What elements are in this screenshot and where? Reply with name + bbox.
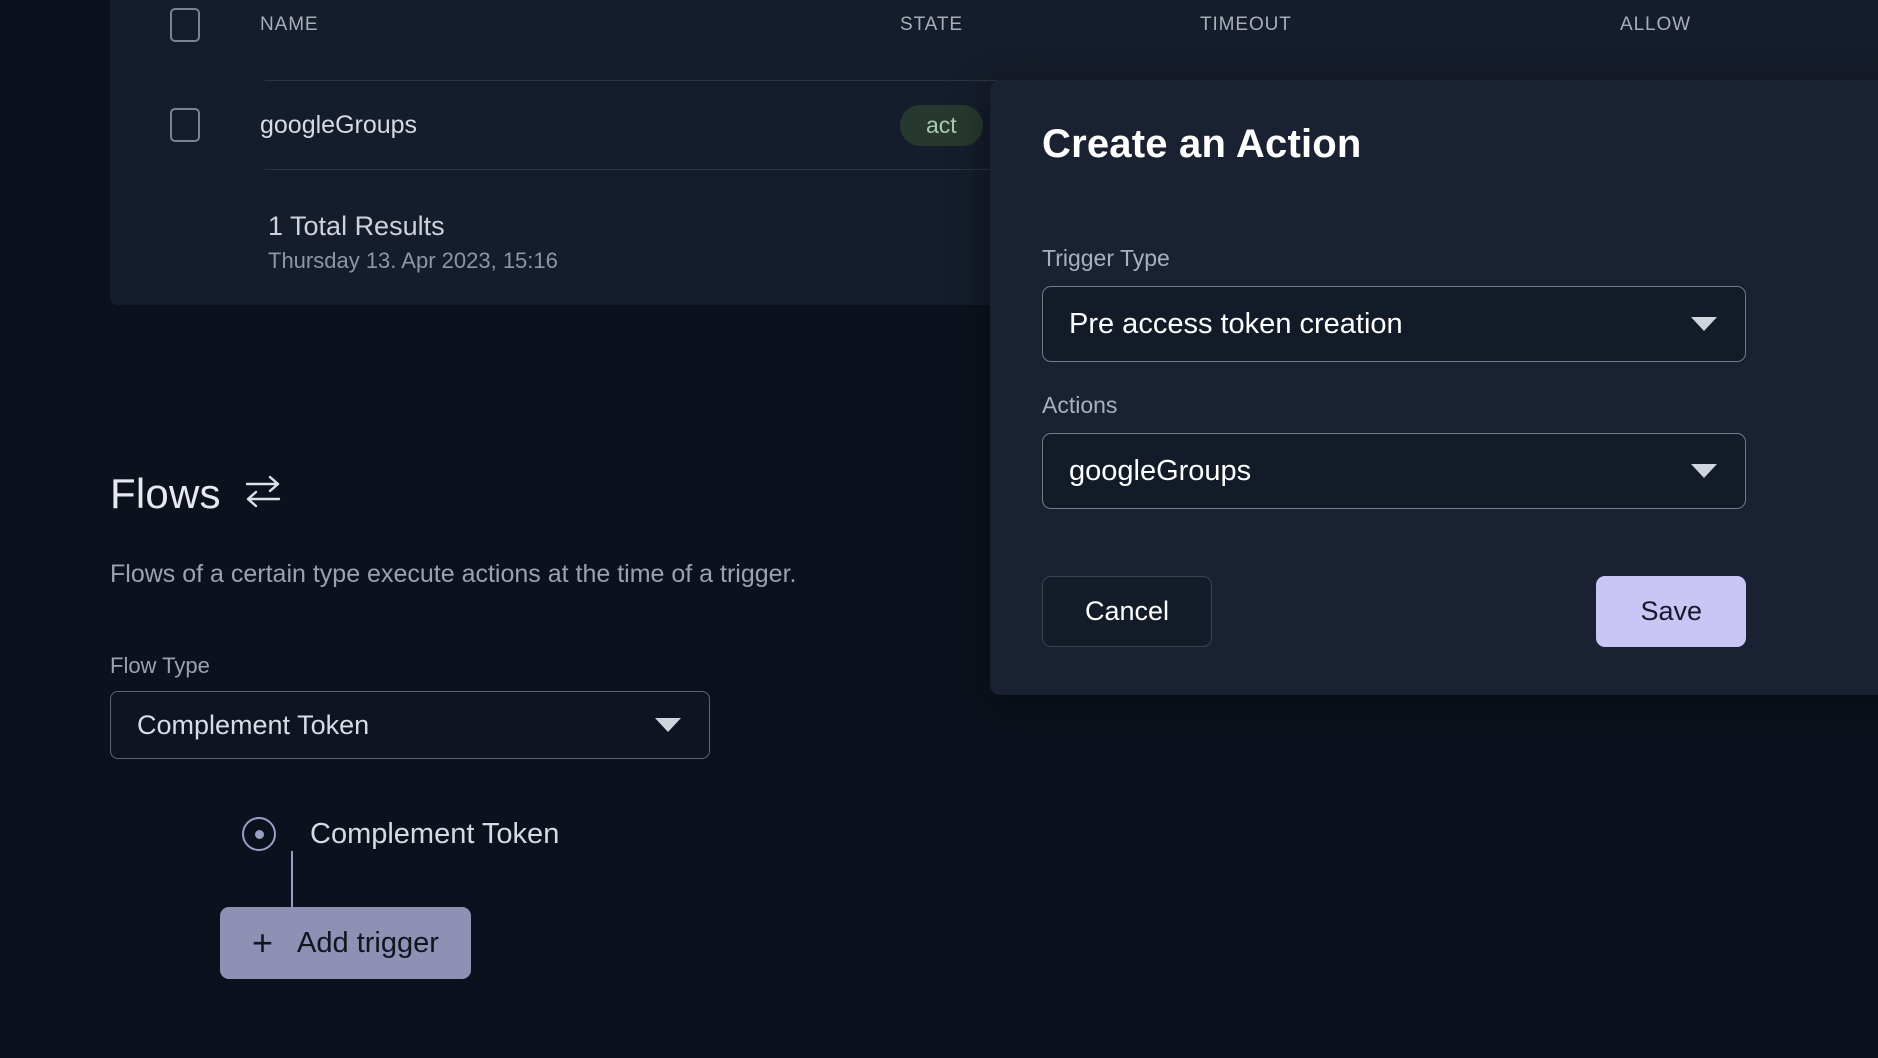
save-button[interactable]: Save [1596,576,1746,647]
flow-connector-line [291,851,293,913]
actions-value: googleGroups [1069,455,1251,488]
plus-icon: + [252,925,273,961]
column-header-state[interactable]: STATE [900,14,1200,36]
column-header-allow[interactable]: ALLOW [1620,14,1878,36]
cancel-button[interactable]: Cancel [1042,576,1212,647]
flows-description: Flows of a certain type execute actions … [110,560,1010,589]
select-all-checkbox[interactable] [170,8,200,42]
flow-type-label: Flow Type [110,653,1010,679]
trigger-type-value: Pre access token creation [1069,308,1403,341]
trigger-type-select[interactable]: Pre access token creation [1042,286,1746,362]
add-trigger-button[interactable]: + Add trigger [220,907,471,979]
column-header-timeout[interactable]: TIMEOUT [1200,14,1620,36]
actions-label: Actions [1042,392,1858,419]
actions-select[interactable]: googleGroups [1042,433,1746,509]
flow-type-value: Complement Token [137,710,369,741]
chevron-down-icon [1691,464,1717,478]
modal-footer: Cancel Save [1042,576,1746,647]
flows-section: Flows Flows of a certain type execute ac… [110,470,1010,1017]
column-header-name[interactable]: NAME [260,14,900,36]
trigger-type-field: Trigger Type Pre access token creation [1042,245,1858,362]
add-trigger-label: Add trigger [297,927,439,960]
chevron-down-icon [1691,317,1717,331]
flows-title: Flows [110,470,221,518]
modal-title: Create an Action [1042,80,1858,167]
create-action-modal: Create an Action Trigger Type Pre access… [990,80,1878,695]
table-header-row: NAME STATE TIMEOUT ALLOW [110,0,1878,80]
exchange-arrows-icon [241,472,285,517]
flow-graph: Complement Token + Add trigger [110,817,1010,1017]
flow-type-select[interactable]: Complement Token [110,691,710,759]
trigger-type-label: Trigger Type [1042,245,1858,272]
flow-node-label: Complement Token [310,818,559,851]
select-all-cell [110,8,260,42]
flow-node-dot-icon [242,817,276,851]
flow-node[interactable]: Complement Token [110,817,1010,851]
chevron-down-icon [655,718,681,732]
cell-name: googleGroups [260,111,900,140]
actions-field: Actions googleGroups [1042,392,1858,509]
row-checkbox[interactable] [170,108,200,142]
flows-heading-row: Flows [110,470,1010,518]
flow-type-field: Flow Type Complement Token [110,653,1010,759]
status-badge: act [900,105,983,146]
row-select-cell [110,108,260,142]
